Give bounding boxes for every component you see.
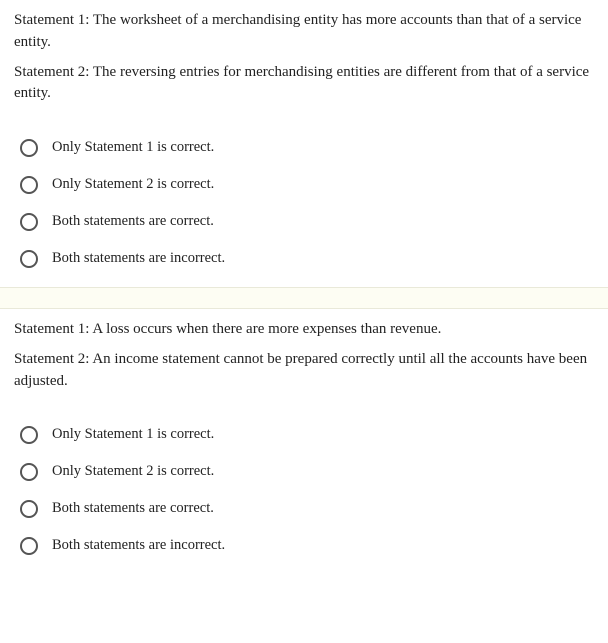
option-label: Only Statement 2 is correct. <box>52 174 214 195</box>
question-block-1: Statement 1: The worksheet of a merchand… <box>0 0 608 287</box>
question-prompt: Statement 1: The worksheet of a merchand… <box>14 10 594 105</box>
question-block-2: Statement 1: A loss occurs when there ar… <box>0 309 608 574</box>
option-label: Both statements are incorrect. <box>52 535 225 556</box>
question-prompt: Statement 1: A loss occurs when there ar… <box>14 319 594 392</box>
option-row[interactable]: Only Statement 2 is correct. <box>20 453 594 490</box>
radio-icon <box>20 500 38 518</box>
option-row[interactable]: Only Statement 1 is correct. <box>20 416 594 453</box>
option-row[interactable]: Both statements are incorrect. <box>20 527 594 564</box>
option-row[interactable]: Only Statement 1 is correct. <box>20 129 594 166</box>
radio-icon <box>20 250 38 268</box>
radio-icon <box>20 426 38 444</box>
radio-icon <box>20 463 38 481</box>
option-label: Both statements are correct. <box>52 211 214 232</box>
radio-icon <box>20 139 38 157</box>
option-list: Only Statement 1 is correct. Only Statem… <box>14 129 594 277</box>
statement-text: Statement 1: A loss occurs when there ar… <box>14 319 594 341</box>
option-row[interactable]: Both statements are correct. <box>20 203 594 240</box>
option-label: Both statements are correct. <box>52 498 214 519</box>
option-label: Only Statement 1 is correct. <box>52 137 214 158</box>
question-divider <box>0 287 608 309</box>
statement-text: Statement 2: An income statement cannot … <box>14 349 594 393</box>
option-list: Only Statement 1 is correct. Only Statem… <box>14 416 594 564</box>
radio-icon <box>20 213 38 231</box>
option-label: Only Statement 1 is correct. <box>52 424 214 445</box>
option-row[interactable]: Only Statement 2 is correct. <box>20 166 594 203</box>
statement-text: Statement 1: The worksheet of a merchand… <box>14 10 594 54</box>
option-row[interactable]: Both statements are incorrect. <box>20 240 594 277</box>
option-row[interactable]: Both statements are correct. <box>20 490 594 527</box>
radio-icon <box>20 176 38 194</box>
option-label: Only Statement 2 is correct. <box>52 461 214 482</box>
statement-text: Statement 2: The reversing entries for m… <box>14 62 594 106</box>
radio-icon <box>20 537 38 555</box>
option-label: Both statements are incorrect. <box>52 248 225 269</box>
